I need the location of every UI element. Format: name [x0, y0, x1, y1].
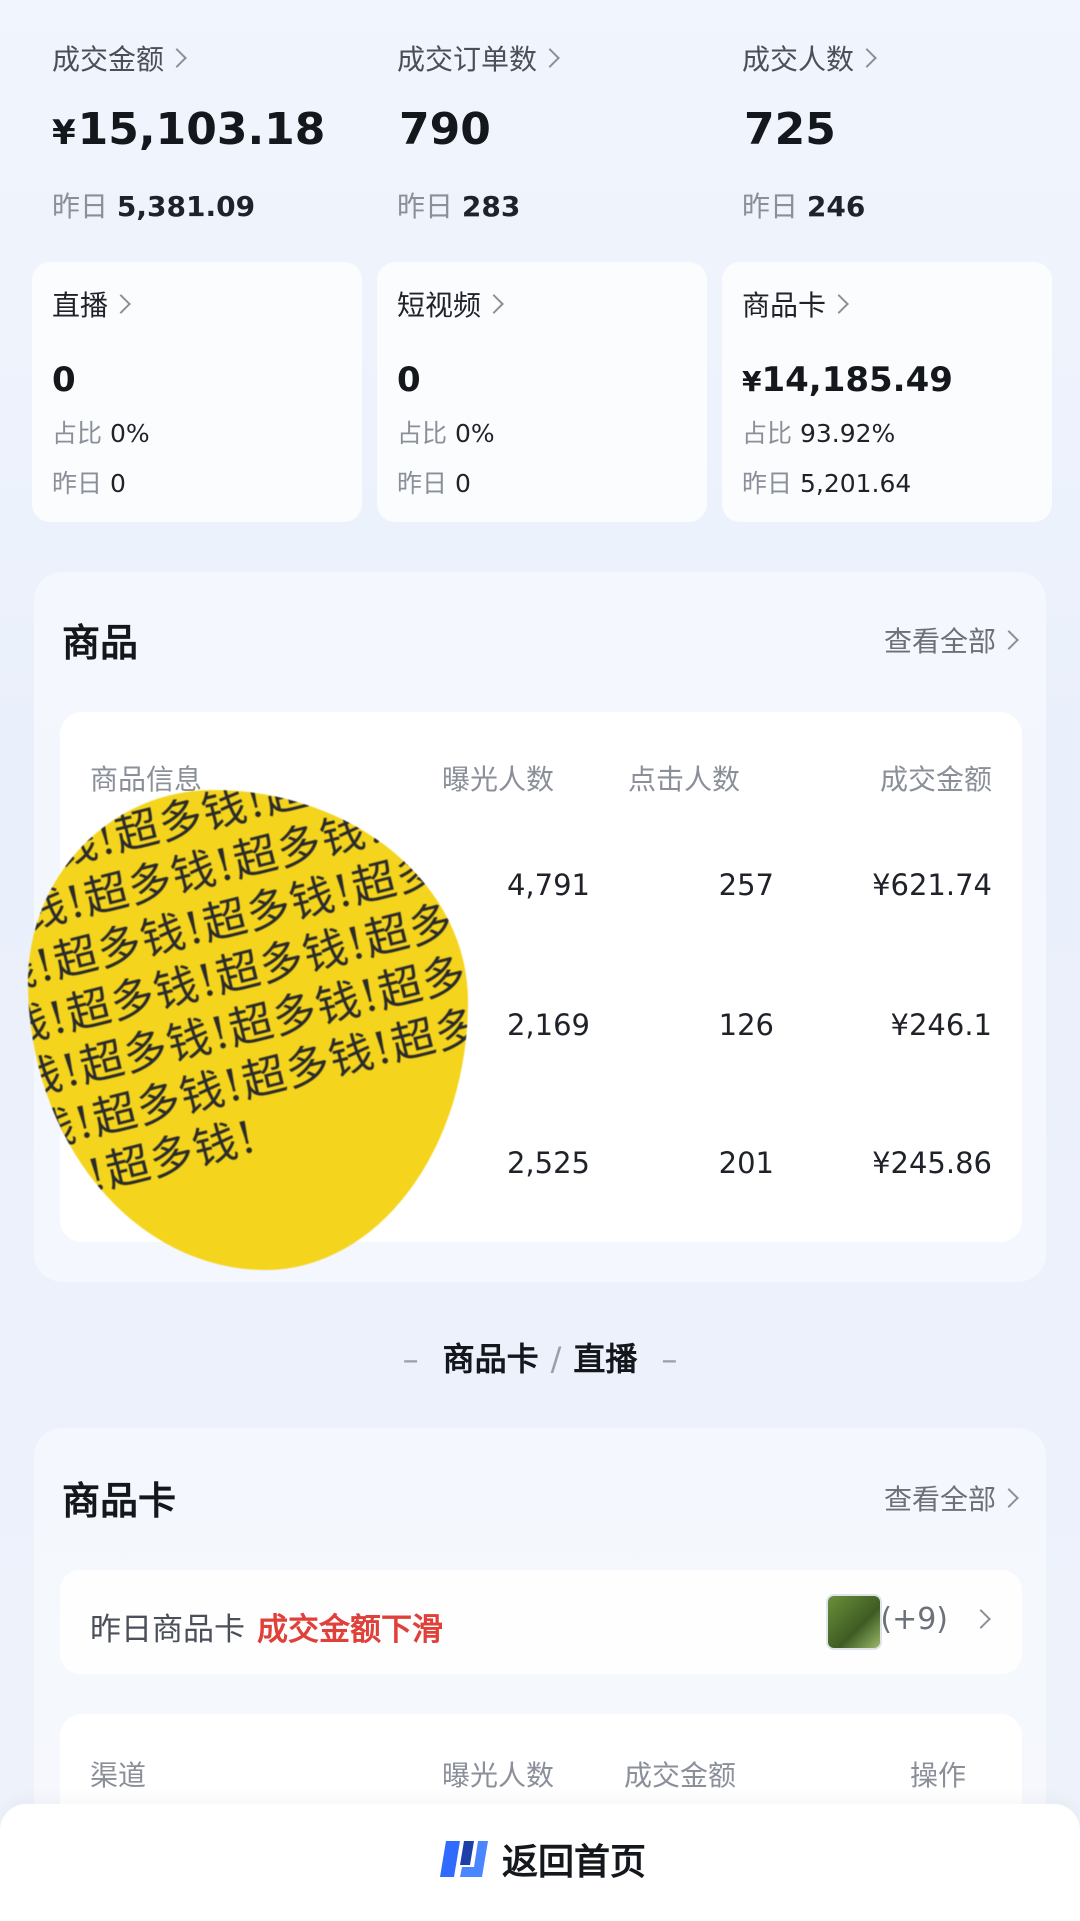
- share-value: 0%: [109, 419, 150, 448]
- chevron-right-icon: [167, 48, 187, 68]
- censor-sticker: 超多钱!超多钱!超多钱!超多钱!超多钱!超多钱!超多钱!超多钱!超多钱!超多钱!…: [28, 790, 468, 1270]
- amount-cell: ¥245.86: [872, 1146, 992, 1180]
- share-value: 0%: [454, 419, 495, 448]
- share-label: 占比: [52, 419, 103, 448]
- metric-gmv[interactable]: 成交金额 ¥15,103.18 昨日 5,381.09: [52, 38, 372, 225]
- alert-warning: 成交金额下滑: [257, 1612, 443, 1648]
- exposure-cell: 2,525: [506, 1146, 590, 1180]
- share-label: 占比: [397, 419, 448, 448]
- chevron-right-icon: [999, 1488, 1019, 1508]
- switch-option-product-card[interactable]: 商品卡: [443, 1340, 539, 1378]
- column-header: 曝光人数: [442, 1759, 555, 1792]
- chevron-right-icon: [971, 1609, 991, 1629]
- yesterday-value: 5,381.09: [116, 190, 256, 223]
- amount-cell: ¥621.74: [872, 868, 992, 902]
- yesterday-label: 昨日: [397, 469, 448, 498]
- yesterday-value: 246: [806, 190, 866, 223]
- metric-value: 790: [399, 104, 491, 155]
- metric-orders[interactable]: 成交订单数 790 昨日 283: [397, 38, 717, 225]
- column-header: 点击人数: [628, 763, 741, 796]
- channel-switcher: – 商品卡 / 直播 –: [0, 1334, 1080, 1380]
- switch-separator: /: [550, 1340, 562, 1378]
- metric-label: 成交订单数: [397, 43, 538, 76]
- product-card-alert[interactable]: 昨日商品卡 成交金额下滑 (+9): [60, 1570, 1022, 1674]
- metric-value: 725: [744, 104, 836, 155]
- clicks-cell: 126: [718, 1008, 774, 1042]
- channel-label: 短视频: [397, 289, 482, 322]
- yesterday-label: 昨日: [52, 190, 109, 223]
- clicks-cell: 257: [718, 868, 774, 902]
- channel-value: 0: [397, 360, 421, 400]
- dash-right: –: [661, 1340, 678, 1378]
- channel-label: 直播: [52, 289, 109, 322]
- product-card-section: 商品卡 查看全部 昨日商品卡 成交金额下滑 (+9) 渠道 曝光人数 成交金额 操…: [34, 1428, 1046, 1874]
- yesterday-label: 昨日: [52, 469, 103, 498]
- chevron-right-icon: [111, 294, 131, 314]
- column-header: 成交金额: [879, 763, 992, 796]
- yesterday-label: 昨日: [742, 190, 799, 223]
- app-logo-icon: [440, 1841, 488, 1877]
- channel-card-short-video[interactable]: 短视频 0 占比 0% 昨日 0: [377, 262, 707, 522]
- yesterday-label: 昨日: [397, 190, 454, 223]
- channel-value: 14,185.49: [761, 360, 953, 400]
- share-value: 93.92%: [799, 419, 896, 448]
- column-header: 成交金额: [624, 1759, 737, 1792]
- chevron-right-icon: [857, 48, 877, 68]
- metric-label: 成交金额: [52, 43, 165, 76]
- back-home-label: 返回首页: [502, 1842, 647, 1883]
- currency-symbol: ¥: [52, 113, 76, 153]
- yesterday-value: 0: [109, 469, 126, 498]
- exposure-cell: 2,169: [506, 1008, 590, 1042]
- chevron-right-icon: [540, 48, 560, 68]
- chevron-right-icon: [829, 294, 849, 314]
- yesterday-value: 5,201.64: [799, 469, 912, 498]
- column-header: 渠道: [90, 1759, 147, 1792]
- chevron-right-icon: [999, 630, 1019, 650]
- currency-symbol: ¥: [742, 365, 762, 398]
- bottom-bar: 返回首页: [0, 1804, 1080, 1921]
- view-all-label: 查看全部: [883, 625, 996, 658]
- section-title: 商品卡: [62, 1479, 177, 1523]
- yesterday-value: 0: [454, 469, 471, 498]
- yesterday-value: 283: [461, 190, 521, 223]
- view-all-link[interactable]: 查看全部: [883, 620, 1019, 660]
- metric-buyers[interactable]: 成交人数 725 昨日 246: [742, 38, 1062, 225]
- metric-label: 成交人数: [742, 43, 855, 76]
- switch-option-live[interactable]: 直播: [573, 1340, 637, 1378]
- amount-cell: ¥246.1: [890, 1008, 992, 1042]
- channel-card-product-card[interactable]: 商品卡 ¥14,185.49 占比 93.92% 昨日 5,201.64: [722, 262, 1052, 522]
- channel-card-live[interactable]: 直播 0 占比 0% 昨日 0: [32, 262, 362, 522]
- view-all-link[interactable]: 查看全部: [883, 1478, 1019, 1518]
- channel-value: 0: [52, 360, 76, 400]
- column-header: 操作: [909, 1759, 966, 1792]
- chevron-right-icon: [484, 294, 504, 314]
- censor-sticker-text: 超多钱!超多钱!超多钱!超多钱!超多钱!超多钱!超多钱!超多钱!超多钱!超多钱!…: [28, 790, 468, 1214]
- section-title: 商品: [62, 621, 139, 665]
- exposure-cell: 4,791: [506, 868, 590, 902]
- dash-left: –: [402, 1340, 419, 1378]
- channel-label: 商品卡: [742, 289, 827, 322]
- share-label: 占比: [742, 419, 793, 448]
- product-thumbnail: [826, 1594, 882, 1650]
- clicks-cell: 201: [718, 1146, 774, 1180]
- more-count-badge: (+9): [880, 1602, 948, 1637]
- back-home-button[interactable]: 返回首页: [440, 1834, 646, 1884]
- view-all-label: 查看全部: [883, 1483, 996, 1516]
- metric-value: 15,103.18: [77, 104, 326, 155]
- yesterday-label: 昨日: [742, 469, 793, 498]
- alert-prefix: 昨日商品卡: [90, 1612, 245, 1648]
